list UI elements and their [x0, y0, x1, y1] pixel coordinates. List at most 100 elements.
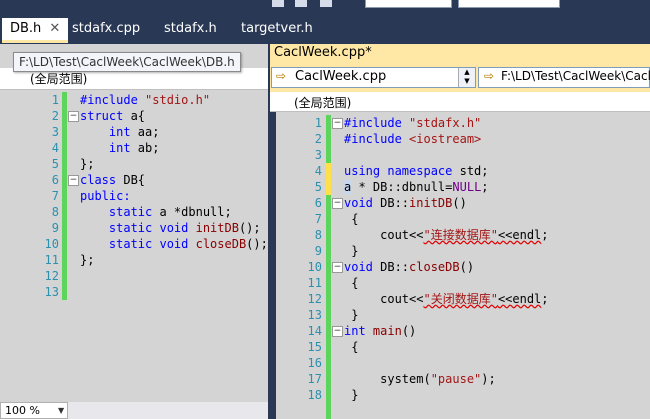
code-line[interactable]: static void initDB();	[80, 220, 261, 236]
code-line[interactable]: using namespace std;	[344, 163, 489, 179]
code-token: struct	[80, 109, 131, 123]
line-number: 8	[51, 205, 59, 219]
collapse-icon[interactable]: −	[332, 198, 343, 209]
code-line[interactable]: }	[344, 307, 358, 323]
file-dropdown-value: CaclWeek.cpp	[295, 69, 387, 84]
code-line[interactable]: cout<<"连接数据库"<<endl;	[344, 227, 548, 243]
code-line[interactable]: #include "stdio.h"	[80, 92, 210, 108]
code-token: main	[372, 324, 402, 338]
code-token: std;	[459, 164, 489, 178]
line-number: 18	[307, 388, 322, 402]
right-scope-label[interactable]: (全局范围)	[294, 94, 351, 111]
code-token: "stdafx.h"	[409, 116, 482, 130]
code-line[interactable]: #include "stdafx.h"	[344, 115, 481, 131]
code-line[interactable]: {	[344, 339, 358, 355]
line-number: 11	[307, 276, 322, 290]
code-line[interactable]: }	[344, 243, 358, 259]
code-line[interactable]: system("pause");	[344, 371, 496, 387]
code-token: <<endl	[497, 228, 542, 242]
code-token: "连接数据库"	[423, 228, 498, 242]
toolbar-button[interactable]	[320, 0, 332, 7]
code-token: aa;	[137, 125, 160, 139]
code-line[interactable]: struct a{	[80, 108, 145, 124]
horizontal-scrollbar[interactable]	[68, 402, 268, 419]
code-line[interactable]: static void closeDB();	[80, 236, 268, 252]
line-number: 5	[51, 157, 59, 171]
code-line[interactable]: };	[80, 252, 94, 268]
code-line[interactable]: static a *dbnull;	[80, 204, 232, 220]
code-token: void	[344, 260, 381, 274]
line-number: 3	[51, 125, 59, 139]
toolbar-button[interactable]	[272, 0, 284, 7]
code-token: initDB	[195, 221, 239, 235]
code-line[interactable]: class DB{	[80, 172, 145, 188]
toolbar-strip	[0, 0, 650, 14]
line-number: 11	[44, 253, 59, 267]
code-token: ()	[452, 196, 467, 210]
line-number: 6	[51, 173, 59, 187]
code-line[interactable]: }	[344, 387, 358, 403]
line-number: 4	[51, 141, 59, 155]
line-number: 6	[314, 196, 322, 210]
tab-db-h[interactable]: DB.h ✕	[2, 18, 69, 43]
line-number: 12	[307, 292, 322, 306]
code-line[interactable]: #include <iostream>	[344, 131, 481, 147]
tab-stdafx-h[interactable]: stdafx.h	[156, 18, 225, 40]
tab-stdafx-cpp[interactable]: stdafx.cpp	[64, 18, 148, 40]
line-number: 13	[307, 308, 322, 322]
arrow-right-icon: ⇨	[276, 69, 287, 83]
tab-targetver-h[interactable]: targetver.h	[233, 18, 321, 40]
code-token: #include	[80, 93, 146, 107]
toolbar-button[interactable]	[295, 0, 307, 7]
config-combo[interactable]	[365, 0, 452, 8]
zoom-value: 100 %	[5, 404, 40, 417]
code-line[interactable]: void DB::closeDB()	[344, 259, 474, 275]
collapse-icon[interactable]: −	[68, 175, 79, 186]
collapse-icon[interactable]: −	[332, 118, 343, 129]
platform-combo[interactable]	[458, 0, 560, 8]
line-number: 7	[314, 212, 322, 226]
code-token: initDB	[409, 196, 453, 210]
code-line[interactable]: {	[344, 211, 358, 227]
code-line[interactable]: {	[344, 275, 358, 291]
right-pane-title[interactable]: CaclWeek.cpp*	[274, 45, 372, 60]
line-number: 16	[307, 356, 322, 370]
code-token: int	[80, 141, 138, 155]
code-line[interactable]: };	[80, 156, 94, 172]
code-line[interactable]: a * DB::dbnull=NULL;	[344, 179, 489, 195]
code-token: using namespace	[344, 164, 460, 178]
code-token: class	[80, 173, 124, 187]
line-number: 1	[314, 116, 322, 130]
collapse-icon[interactable]: −	[332, 326, 343, 337]
code-token: int	[344, 324, 373, 338]
code-line[interactable]: int main()	[344, 323, 416, 339]
line-number: 9	[314, 244, 322, 258]
left-scope-label[interactable]: (全局范围)	[30, 70, 87, 87]
code-token: closeDB	[195, 237, 247, 251]
collapse-icon[interactable]: −	[332, 262, 343, 273]
code-token: NULL	[452, 180, 482, 194]
close-icon[interactable]: ✕	[49, 18, 60, 40]
line-number: 8	[314, 228, 322, 242]
line-number: 2	[314, 132, 322, 146]
code-token: cout<<	[344, 292, 424, 306]
code-token: static void	[80, 221, 196, 235]
code-line[interactable]: int aa;	[80, 124, 160, 140]
document-tab-strip: DB.h ✕ stdafx.cpp stdafx.h targetver.h	[0, 14, 650, 44]
chevron-down-icon[interactable]: ▼	[58, 406, 64, 415]
code-line[interactable]: cout<<"关闭数据库"<<endl;	[344, 291, 548, 307]
code-line[interactable]: public:	[80, 188, 131, 204]
line-number: 9	[51, 221, 59, 235]
code-line[interactable]: void DB::initDB()	[344, 195, 467, 211]
collapse-icon[interactable]: −	[68, 111, 79, 122]
code-token: DB::	[380, 260, 410, 274]
code-token: static void	[80, 237, 196, 251]
code-line[interactable]: int ab;	[80, 140, 160, 156]
code-token: ab;	[137, 141, 160, 155]
spin-button[interactable]: ▲ ▼	[458, 68, 475, 87]
line-number: 10	[44, 237, 59, 251]
tab-label: stdafx.cpp	[72, 21, 141, 36]
line-number: 17	[307, 372, 322, 386]
tab-label: targetver.h	[241, 21, 313, 36]
line-number: 12	[44, 269, 59, 283]
